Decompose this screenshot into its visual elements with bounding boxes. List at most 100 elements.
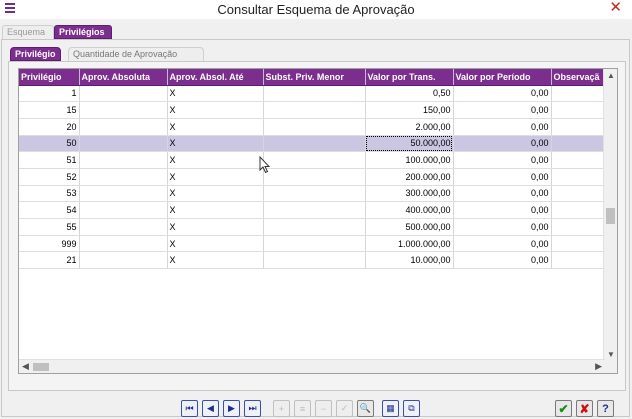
column-header-aprov-absol-ate[interactable]: Aprov. Absol. Até [167, 69, 264, 86]
cell-aprov-absoluta[interactable] [79, 185, 168, 203]
tab-quantidade-aprovacao[interactable]: Quantidade de Aprovação [68, 47, 204, 61]
cell-observacao[interactable] [551, 218, 606, 236]
cell-subst-priv-menor[interactable] [263, 218, 366, 236]
cell-privilegio[interactable]: 999 [19, 235, 80, 253]
cell-privilegio[interactable]: 21 [19, 251, 80, 270]
cell-observacao[interactable] [551, 85, 606, 103]
cell-aprov-absol-ate[interactable]: X [167, 168, 264, 186]
horizontal-scroll-thumb[interactable] [33, 363, 49, 371]
column-header-valor-por-periodo[interactable]: Valor por Período [453, 69, 552, 86]
cell-subst-priv-menor[interactable] [263, 118, 366, 136]
cell-privilegio[interactable]: 55 [19, 218, 80, 236]
cell-privilegio[interactable]: 1 [19, 85, 80, 103]
cell-valor-por-trans[interactable]: 200.000,00 [365, 168, 454, 186]
column-header-subst-priv-menor[interactable]: Subst. Priv. Menor [263, 69, 366, 86]
cell-valor-por-periodo[interactable]: 0,00 [453, 251, 552, 270]
table-row[interactable]: 53 X 300.000,00 0,00 [19, 185, 606, 203]
cell-valor-por-periodo[interactable]: 0,00 [453, 118, 552, 136]
scroll-down-icon[interactable]: ▼ [604, 350, 617, 359]
scroll-right-icon[interactable]: ▶ [595, 361, 602, 372]
cell-privilegio[interactable]: 15 [19, 101, 80, 119]
scroll-up-icon[interactable]: ▲ [604, 71, 617, 80]
cell-aprov-absoluta[interactable] [79, 201, 168, 219]
cell-aprov-absoluta[interactable] [79, 151, 168, 169]
tab-privilegio[interactable]: Privilégio [10, 47, 61, 61]
cell-aprov-absol-ate[interactable]: X [167, 85, 264, 103]
horizontal-scrollbar[interactable]: ◀ ▶ [19, 359, 605, 373]
cell-observacao[interactable] [551, 201, 606, 219]
table-row[interactable]: 52 X 200.000,00 0,00 [19, 168, 606, 186]
cell-valor-por-periodo[interactable]: 0,00 [453, 135, 552, 153]
cell-valor-por-periodo[interactable]: 0,00 [453, 201, 552, 219]
cell-valor-por-periodo[interactable]: 0,00 [453, 235, 552, 253]
cell-valor-por-trans[interactable]: 10.000,00 [365, 251, 454, 270]
next-record-icon[interactable]: ▶ [223, 400, 240, 417]
cell-privilegio[interactable]: 52 [19, 168, 80, 186]
scroll-left-icon[interactable]: ◀ [22, 361, 29, 372]
table-row[interactable]: 50 X 50.000,00 0,00 [19, 135, 606, 153]
cell-privilegio[interactable]: 50 [19, 135, 80, 153]
cell-observacao[interactable] [551, 151, 606, 169]
cell-valor-por-trans[interactable]: 50.000,00 [365, 135, 454, 153]
cell-aprov-absoluta[interactable] [79, 235, 168, 253]
cell-observacao[interactable] [551, 168, 606, 186]
table-row[interactable]: 55 X 500.000,00 0,00 [19, 218, 606, 236]
table-row[interactable]: 21 X 10.000,00 0,00 [19, 251, 606, 270]
cell-aprov-absol-ate[interactable]: X [167, 101, 264, 119]
first-record-icon[interactable]: ⏮ [181, 400, 198, 417]
cell-subst-priv-menor[interactable] [263, 201, 366, 219]
cell-observacao[interactable] [551, 101, 606, 119]
table-row[interactable]: 1 X 0,50 0,00 [19, 85, 606, 103]
cell-valor-por-periodo[interactable]: 0,00 [453, 168, 552, 186]
close-icon[interactable]: ✕ [609, 0, 622, 15]
cell-observacao[interactable] [551, 251, 606, 270]
cell-aprov-absol-ate[interactable]: X [167, 218, 264, 236]
cell-privilegio[interactable]: 54 [19, 201, 80, 219]
cell-valor-por-trans[interactable]: 2.000,00 [365, 118, 454, 136]
cell-aprov-absol-ate[interactable]: X [167, 118, 264, 136]
cell-valor-por-periodo[interactable]: 0,00 [453, 101, 552, 119]
vertical-scroll-thumb[interactable] [606, 208, 615, 224]
cell-subst-priv-menor[interactable] [263, 168, 366, 186]
column-header-aprov-absoluta[interactable]: Aprov. Absoluta [79, 69, 168, 86]
help-icon[interactable]: ? [597, 400, 614, 417]
column-header-observacao[interactable]: Observaçã [551, 69, 606, 86]
cell-subst-priv-menor[interactable] [263, 101, 366, 119]
cell-valor-por-trans[interactable]: 100.000,00 [365, 151, 454, 169]
tab-privilegios[interactable]: Privilégios [54, 25, 112, 39]
column-header-valor-por-trans[interactable]: Valor por Trans. [365, 69, 454, 86]
tab-esquema[interactable]: Esquema [2, 25, 54, 39]
cell-observacao[interactable] [551, 135, 606, 153]
cell-valor-por-periodo[interactable]: 0,00 [453, 185, 552, 203]
cell-aprov-absol-ate[interactable]: X [167, 185, 264, 203]
column-header-privilegio[interactable]: Privilégio [19, 69, 80, 86]
cell-subst-priv-menor[interactable] [263, 251, 366, 270]
table-row[interactable]: 20 X 2.000,00 0,00 [19, 118, 606, 136]
cell-privilegio[interactable]: 53 [19, 185, 80, 203]
cell-aprov-absoluta[interactable] [79, 218, 168, 236]
delete-icon[interactable]: − [315, 400, 332, 417]
last-record-icon[interactable]: ⏭ [244, 400, 261, 417]
search-icon[interactable]: 🔍 [357, 400, 374, 417]
cell-subst-priv-menor[interactable] [263, 235, 366, 253]
cell-observacao[interactable] [551, 185, 606, 203]
cell-aprov-absoluta[interactable] [79, 85, 168, 103]
cancel-icon[interactable]: ✘ [576, 400, 593, 417]
cell-aprov-absol-ate[interactable]: X [167, 251, 264, 270]
table-row[interactable]: 15 X 150,00 0,00 [19, 101, 606, 119]
cell-valor-por-trans[interactable]: 1.000.000,00 [365, 235, 454, 253]
cell-privilegio[interactable]: 20 [19, 118, 80, 136]
cell-subst-priv-menor[interactable] [263, 185, 366, 203]
table-row[interactable]: 54 X 400.000,00 0,00 [19, 201, 606, 219]
cell-observacao[interactable] [551, 235, 606, 253]
confirm-icon[interactable]: ✔ [555, 400, 572, 417]
cell-valor-por-periodo[interactable]: 0,00 [453, 151, 552, 169]
cell-valor-por-trans[interactable]: 150,00 [365, 101, 454, 119]
cell-aprov-absol-ate[interactable]: X [167, 235, 264, 253]
cell-valor-por-trans[interactable]: 400.000,00 [365, 201, 454, 219]
export-icon[interactable]: ⧉ [403, 400, 420, 417]
cell-aprov-absoluta[interactable] [79, 135, 168, 153]
cell-aprov-absol-ate[interactable]: X [167, 201, 264, 219]
cell-valor-por-trans[interactable]: 300.000,00 [365, 185, 454, 203]
post-icon[interactable]: ✓ [336, 400, 353, 417]
